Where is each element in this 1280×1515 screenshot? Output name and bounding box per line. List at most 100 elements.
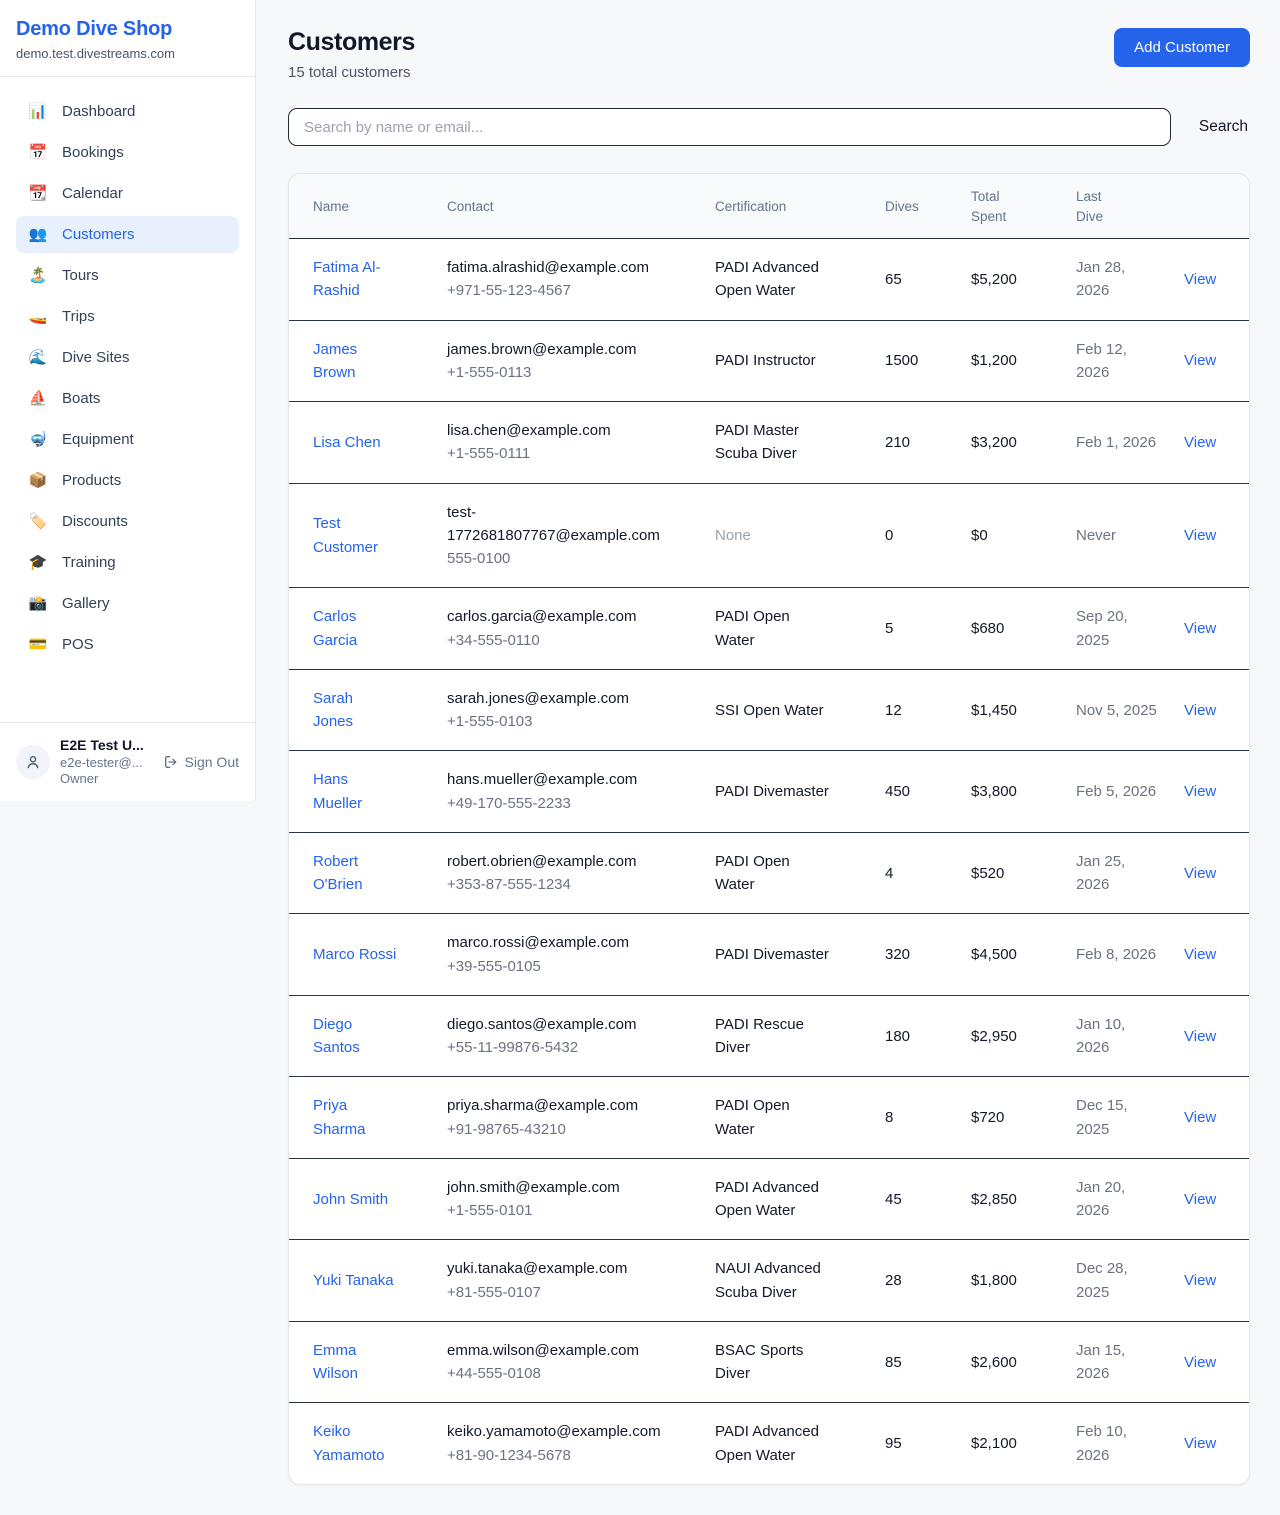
- calendar-date-icon: 📅: [28, 145, 48, 160]
- customer-last-dive: Feb 10, 2026: [1076, 1420, 1160, 1467]
- customer-name-link[interactable]: Lisa Chen: [313, 431, 381, 454]
- customer-last-dive: Feb 1, 2026: [1076, 431, 1156, 454]
- view-customer-link[interactable]: View: [1184, 783, 1216, 800]
- customer-certification: PADI Advanced Open Water: [715, 1176, 833, 1223]
- table-row: John Smith john.smith@example.com +1-555…: [289, 1158, 1250, 1240]
- customer-phone: 555-0100: [447, 547, 691, 570]
- search-button[interactable]: Search: [1197, 114, 1250, 140]
- customer-certification: None: [715, 524, 751, 547]
- sidebar-item-dashboard[interactable]: 📊 Dashboard: [16, 93, 239, 130]
- customer-total-spent: $520: [959, 832, 1064, 914]
- sidebar-item-label: Dive Sites: [62, 349, 130, 366]
- view-customer-link[interactable]: View: [1184, 1191, 1216, 1208]
- table-header: Name Contact Certification Dives Total S…: [289, 174, 1250, 239]
- sidebar-item-dive-sites[interactable]: 🌊 Dive Sites: [16, 339, 239, 376]
- customer-phone: +1-555-0101: [447, 1199, 691, 1222]
- user-role: Owner: [60, 771, 144, 787]
- customer-last-dive: Jan 28, 2026: [1076, 256, 1160, 303]
- add-customer-button[interactable]: Add Customer: [1114, 28, 1250, 67]
- sidebar-item-label: Products: [62, 472, 121, 489]
- customer-name-link[interactable]: Robert O'Brien: [313, 850, 397, 897]
- customer-last-dive: Feb 5, 2026: [1076, 780, 1156, 803]
- table-row: Diego Santos diego.santos@example.com +5…: [289, 995, 1250, 1077]
- customer-certification: PADI Open Water: [715, 605, 833, 652]
- column-header-actions: [1172, 174, 1250, 239]
- table-row: Priya Sharma priya.sharma@example.com +9…: [289, 1077, 1250, 1159]
- customer-name-link[interactable]: Yuki Tanaka: [313, 1269, 394, 1292]
- camera-flash-icon: 📸: [28, 596, 48, 611]
- customer-certification: PADI Open Water: [715, 1094, 833, 1141]
- table-row: Keiko Yamamoto keiko.yamamoto@example.co…: [289, 1403, 1250, 1484]
- view-customer-link[interactable]: View: [1184, 271, 1216, 288]
- sidebar-item-tours[interactable]: 🏝️ Tours: [16, 257, 239, 294]
- customer-total-spent: $2,950: [959, 995, 1064, 1077]
- sidebar-item-training[interactable]: 🎓 Training: [16, 544, 239, 581]
- customer-phone: +49-170-555-2233: [447, 792, 691, 815]
- customer-dives: 65: [873, 239, 959, 321]
- customer-phone: +91-98765-43210: [447, 1118, 691, 1141]
- customer-name-link[interactable]: Carlos Garcia: [313, 605, 397, 652]
- customer-total-spent: $720: [959, 1077, 1064, 1159]
- column-header-certification: Certification: [703, 174, 873, 239]
- sidebar-item-label: Training: [62, 554, 116, 571]
- sidebar-item-pos[interactable]: 💳 POS: [16, 626, 239, 663]
- sidebar-item-bookings[interactable]: 📅 Bookings: [16, 134, 239, 171]
- sidebar-item-customers[interactable]: 👥 Customers: [16, 216, 239, 253]
- customer-email: emma.wilson@example.com: [447, 1339, 673, 1362]
- view-customer-link[interactable]: View: [1184, 1109, 1216, 1126]
- sign-out-button[interactable]: Sign Out: [163, 754, 239, 770]
- sidebar-item-boats[interactable]: ⛵ Boats: [16, 380, 239, 417]
- view-customer-link[interactable]: View: [1184, 946, 1216, 963]
- column-header-contact: Contact: [435, 174, 703, 239]
- sidebar-item-calendar[interactable]: 📆 Calendar: [16, 175, 239, 212]
- column-header-total-spent: Total Spent: [959, 174, 1064, 239]
- sidebar-item-discounts[interactable]: 🏷️ Discounts: [16, 503, 239, 540]
- view-customer-link[interactable]: View: [1184, 352, 1216, 369]
- customer-total-spent: $2,850: [959, 1158, 1064, 1240]
- view-customer-link[interactable]: View: [1184, 865, 1216, 882]
- view-customer-link[interactable]: View: [1184, 1028, 1216, 1045]
- search-input[interactable]: [288, 108, 1171, 146]
- customer-certification: PADI Master Scuba Diver: [715, 419, 833, 466]
- customer-total-spent: $0: [959, 483, 1064, 588]
- table-row: Test Customer test-1772681807767@example…: [289, 483, 1250, 588]
- view-customer-link[interactable]: View: [1184, 527, 1216, 544]
- shop-name: Demo Dive Shop: [16, 18, 239, 41]
- sidebar-item-gallery[interactable]: 📸 Gallery: [16, 585, 239, 622]
- view-customer-link[interactable]: View: [1184, 1435, 1216, 1452]
- customer-certification: NAUI Advanced Scuba Diver: [715, 1257, 833, 1304]
- customer-name-link[interactable]: James Brown: [313, 338, 397, 385]
- view-customer-link[interactable]: View: [1184, 1272, 1216, 1289]
- page-title-block: Customers 15 total customers: [288, 28, 415, 81]
- customer-name-link[interactable]: Marco Rossi: [313, 943, 396, 966]
- customer-name-link[interactable]: Keiko Yamamoto: [313, 1420, 397, 1467]
- view-customer-link[interactable]: View: [1184, 434, 1216, 451]
- customer-name-link[interactable]: Test Customer: [313, 512, 397, 559]
- customer-name-link[interactable]: John Smith: [313, 1188, 388, 1211]
- sidebar-item-equipment[interactable]: 🤿 Equipment: [16, 421, 239, 458]
- sidebar-item-label: Bookings: [62, 144, 124, 161]
- customer-name-link[interactable]: Priya Sharma: [313, 1094, 397, 1141]
- customer-name-link[interactable]: Fatima Al-Rashid: [313, 256, 397, 303]
- sign-out-label: Sign Out: [185, 754, 239, 770]
- customer-email: keiko.yamamoto@example.com: [447, 1420, 673, 1443]
- customer-dives: 8: [873, 1077, 959, 1159]
- customer-certification: PADI Divemaster: [715, 943, 829, 966]
- customer-dives: 12: [873, 669, 959, 751]
- view-customer-link[interactable]: View: [1184, 702, 1216, 719]
- sidebar-item-trips[interactable]: 🚤 Trips: [16, 298, 239, 335]
- view-customer-link[interactable]: View: [1184, 620, 1216, 637]
- customer-name-link[interactable]: Hans Mueller: [313, 768, 397, 815]
- customer-last-dive: Jan 10, 2026: [1076, 1013, 1160, 1060]
- column-header-name: Name: [289, 174, 435, 239]
- customer-name-link[interactable]: Emma Wilson: [313, 1339, 397, 1386]
- customer-name-link[interactable]: Diego Santos: [313, 1013, 397, 1060]
- customer-phone: +44-555-0108: [447, 1362, 691, 1385]
- customer-total-spent: $1,450: [959, 669, 1064, 751]
- view-customer-link[interactable]: View: [1184, 1354, 1216, 1371]
- shop-domain: demo.test.divestreams.com: [16, 46, 239, 61]
- sidebar-item-products[interactable]: 📦 Products: [16, 462, 239, 499]
- customer-phone: +39-555-0105: [447, 955, 691, 978]
- customer-name-link[interactable]: Sarah Jones: [313, 687, 397, 734]
- customer-total-spent: $3,200: [959, 402, 1064, 484]
